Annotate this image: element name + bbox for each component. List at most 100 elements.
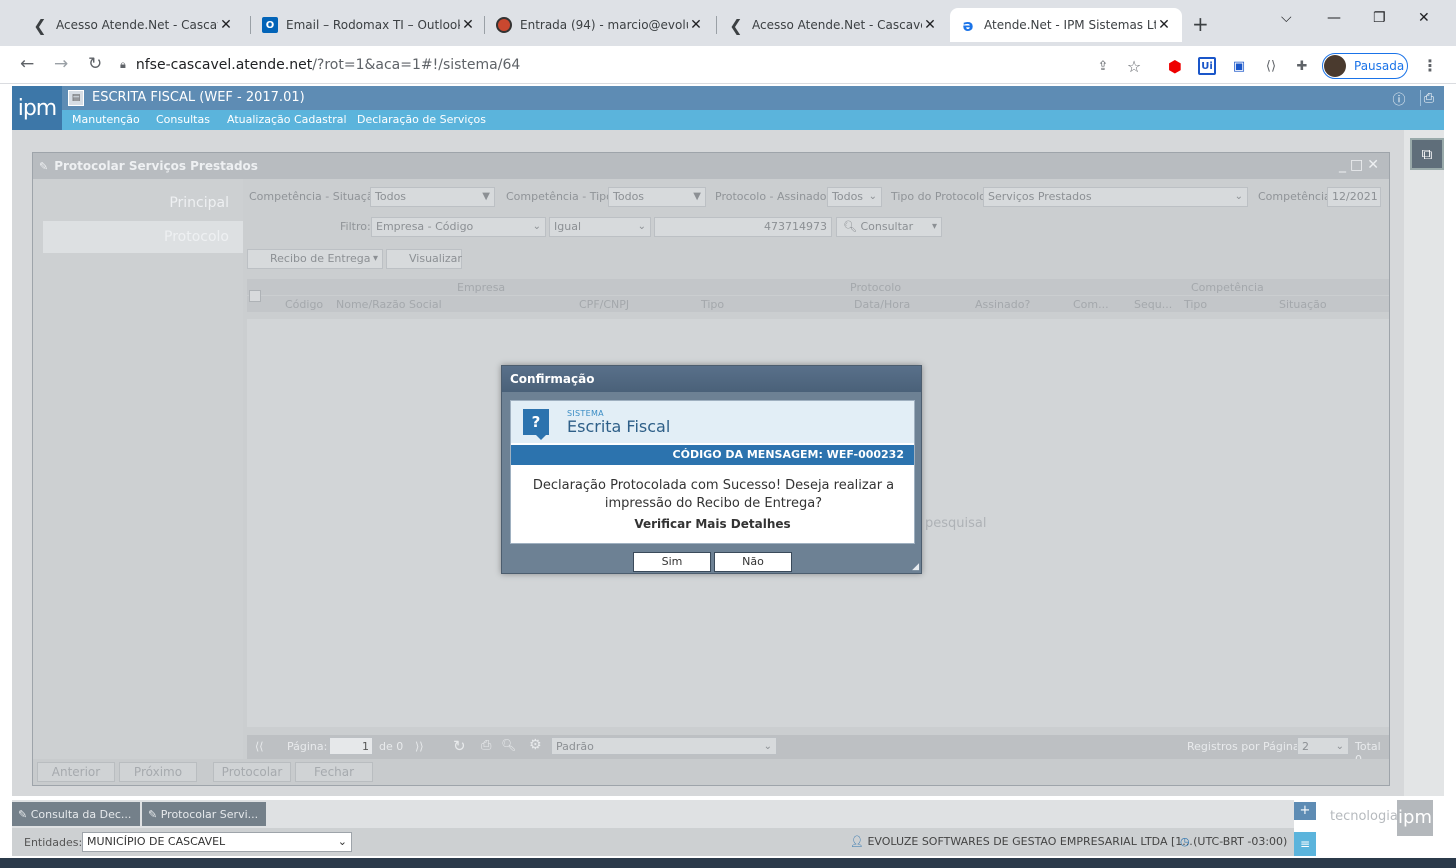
next-page-icon[interactable]: ⟩⟩ — [415, 740, 424, 753]
forward-icon[interactable]: → — [54, 54, 68, 74]
add-task-icon[interactable]: + — [1294, 802, 1316, 820]
print-icon[interactable]: ⎙ — [481, 738, 491, 753]
close-icon[interactable]: ✕ — [1156, 17, 1172, 33]
task-protocolar[interactable]: ✎ Protocolar Servi... — [142, 802, 266, 826]
consultar-button[interactable]: 🔍︎ Consultar ▾ — [836, 217, 942, 237]
close-icon[interactable]: ✕ — [218, 17, 234, 33]
menu-declaracao-servicos[interactable]: Declaração de Serviços — [357, 113, 486, 126]
browser-tab[interactable]: Entrada (94) - marcio@evoluze. ✕ — [486, 8, 714, 42]
close-icon[interactable]: ✕ — [460, 17, 476, 33]
task-consulta[interactable]: ✎ Consulta da Dec... — [12, 802, 140, 826]
tab-title: Atende.Net - IPM Sistemas Ltda — [984, 18, 1156, 32]
share-icon[interactable]: ⇪ — [1094, 57, 1112, 75]
recibo-entrega-button[interactable]: Recibo de Entrega ▾ — [247, 249, 383, 269]
close-icon[interactable]: ✕ — [922, 17, 938, 33]
entidades-select[interactable]: MUNICÍPIO DE CASCAVEL ⌄ — [82, 832, 352, 852]
new-tab-icon[interactable]: + — [1192, 12, 1209, 36]
ui-extension-icon[interactable]: Ui — [1198, 57, 1216, 75]
print-icon[interactable]: ⎙ — [1419, 88, 1439, 108]
address-bar[interactable]: 🔒︎ nfse-cascavel.atende.net/?rot=1&aca=1… — [120, 51, 1020, 79]
extension-icon[interactable]: ▣ — [1230, 57, 1248, 75]
col-cpf-cnpj[interactable]: CPF/CNPJ — [579, 298, 629, 311]
col-assinado[interactable]: Assinado? — [975, 298, 1030, 311]
timezone: ◷ (UTC-BRT -03:00) — [1180, 835, 1287, 848]
comp-tipo-select[interactable]: Todos ▼ — [608, 187, 706, 207]
select-all-checkbox[interactable] — [249, 290, 261, 302]
col-sequencia[interactable]: Sequ... — [1134, 298, 1172, 311]
competencia-label: Competência: — [1258, 190, 1335, 203]
browser-tab[interactable]: ❮ Acesso Atende.Net - Cascavel/P ✕ — [718, 8, 948, 42]
browser-tab[interactable]: O Email – Rodomax TI – Outlook ✕ — [252, 8, 486, 42]
chevron-down-icon: ⌄ — [337, 835, 347, 848]
task-label: Protocolar Servi... — [160, 807, 259, 821]
chevron-down-icon: ▼ — [482, 191, 490, 202]
per-page-select[interactable]: 2 ⌄ — [1297, 737, 1349, 755]
comp-situacao-select[interactable]: Todos ▼ — [370, 187, 495, 207]
workspace-restore-icon[interactable]: ⧉ — [1410, 138, 1444, 170]
col-situacao[interactable]: Situação — [1279, 298, 1327, 311]
info-icon[interactable]: ⓘ — [1389, 88, 1409, 108]
puzzle-extensions-icon[interactable]: ✚ — [1293, 57, 1311, 75]
page-input[interactable]: 1 — [329, 737, 373, 755]
tipo-protocolo-select[interactable]: Serviços Prestados ⌄ — [983, 187, 1248, 207]
settings-gear-icon[interactable]: ⚙ — [529, 737, 542, 753]
anterior-button[interactable]: Anterior — [37, 762, 115, 782]
proximo-button[interactable]: Próximo — [119, 762, 197, 782]
list-menu-icon[interactable]: ≡ — [1294, 832, 1316, 856]
visualizar-button[interactable]: Visualizar — [386, 249, 462, 269]
minimize-icon[interactable]: — — [1327, 10, 1341, 26]
browser-tab-active[interactable]: ə Atende.Net - IPM Sistemas Ltda ✕ — [950, 8, 1182, 42]
col-tipo-protocolo[interactable]: Tipo — [701, 298, 724, 311]
chevron-down-icon: ⌄ — [637, 221, 646, 232]
app-header: ipm ▤ ESCRITA FISCAL (WEF - 2017.01) Man… — [12, 86, 1444, 130]
adblock-extension-icon[interactable]: ⬢ — [1166, 57, 1184, 76]
col-data-hora[interactable]: Data/Hora — [854, 298, 910, 311]
browser-tabbar: ❮ Acesso Atende.Net - Cascavel/P ✕ O Ema… — [0, 0, 1456, 46]
restore-icon[interactable]: ❐ — [1373, 10, 1386, 26]
ipm-logo: ipm — [12, 86, 62, 130]
fechar-button[interactable]: Fechar — [295, 762, 373, 782]
details-link[interactable]: Verificar Mais Detalhes — [511, 517, 914, 531]
col-tipo-competencia[interactable]: Tipo — [1184, 298, 1207, 311]
filtro-operator-select[interactable]: Igual ⌄ — [549, 217, 651, 237]
mail-icon — [496, 17, 512, 33]
menu-consultas[interactable]: Consultas — [156, 113, 210, 126]
first-page-icon[interactable]: ⟨⟨ — [255, 740, 264, 753]
filtro-value-input[interactable]: 473714973 — [654, 217, 832, 237]
filtro-field-select[interactable]: Empresa - Código ⌄ — [371, 217, 546, 237]
no-button[interactable]: Não — [714, 552, 792, 572]
competencia-input[interactable]: 12/2021 — [1327, 187, 1381, 207]
back-icon[interactable]: ← — [20, 54, 34, 74]
sidebar-item-principal[interactable]: Principal — [169, 195, 229, 211]
close-icon[interactable]: ✕ — [688, 17, 704, 33]
col-competencia[interactable]: Com... — [1073, 298, 1109, 311]
tab-search-icon[interactable]: ⌵ — [1281, 10, 1292, 26]
chrome-menu-icon[interactable]: ⋮ — [1422, 56, 1438, 75]
protocolar-button[interactable]: Protocolar — [213, 762, 291, 782]
col-codigo[interactable]: Código — [285, 298, 323, 311]
user-icon: 👤︎ — [850, 835, 864, 848]
bookmark-star-icon[interactable]: ☆ — [1125, 57, 1143, 76]
assinado-select[interactable]: Todos ⌄ — [827, 187, 882, 207]
layout-select[interactable]: Padrão ⌄ — [551, 737, 777, 755]
search-icon: 🔍︎ — [843, 220, 857, 233]
tab-title: Acesso Atende.Net - Cascavel/P — [56, 18, 218, 32]
assinado-label: Protocolo - Assinado?: — [715, 190, 837, 203]
current-user[interactable]: 👤︎ EVOLUZE SOFTWARES DE GESTAO EMPRESARI… — [850, 835, 1193, 848]
profile-button[interactable]: Pausada — [1322, 53, 1408, 79]
window-controls[interactable]: _□✕ — [1339, 157, 1383, 173]
browser-tab[interactable]: ❮ Acesso Atende.Net - Cascavel/P ✕ — [22, 8, 244, 42]
reload-icon[interactable]: ↻ — [88, 54, 102, 74]
window-close-icon[interactable]: ✕ — [1418, 10, 1430, 26]
devtools-extension-icon[interactable]: ⟨⟩ — [1262, 57, 1280, 75]
menu-atualizacao-cadastral[interactable]: Atualização Cadastral — [227, 113, 347, 126]
refresh-icon[interactable]: ↻ — [453, 737, 466, 755]
zoom-icon[interactable]: 🔍︎ — [501, 738, 516, 752]
tab-separator — [484, 16, 485, 34]
yes-button[interactable]: Sim — [633, 552, 711, 572]
col-nome[interactable]: Nome/Razão Social — [336, 298, 442, 311]
menu-manutencao[interactable]: Manutenção — [72, 113, 140, 126]
sidebar-item-protocolo[interactable]: Protocolo — [43, 221, 243, 253]
resize-grip-icon[interactable]: ◢ — [912, 562, 919, 572]
url-path: /?rot=1&aca=1#!/sistema/64 — [312, 57, 521, 73]
